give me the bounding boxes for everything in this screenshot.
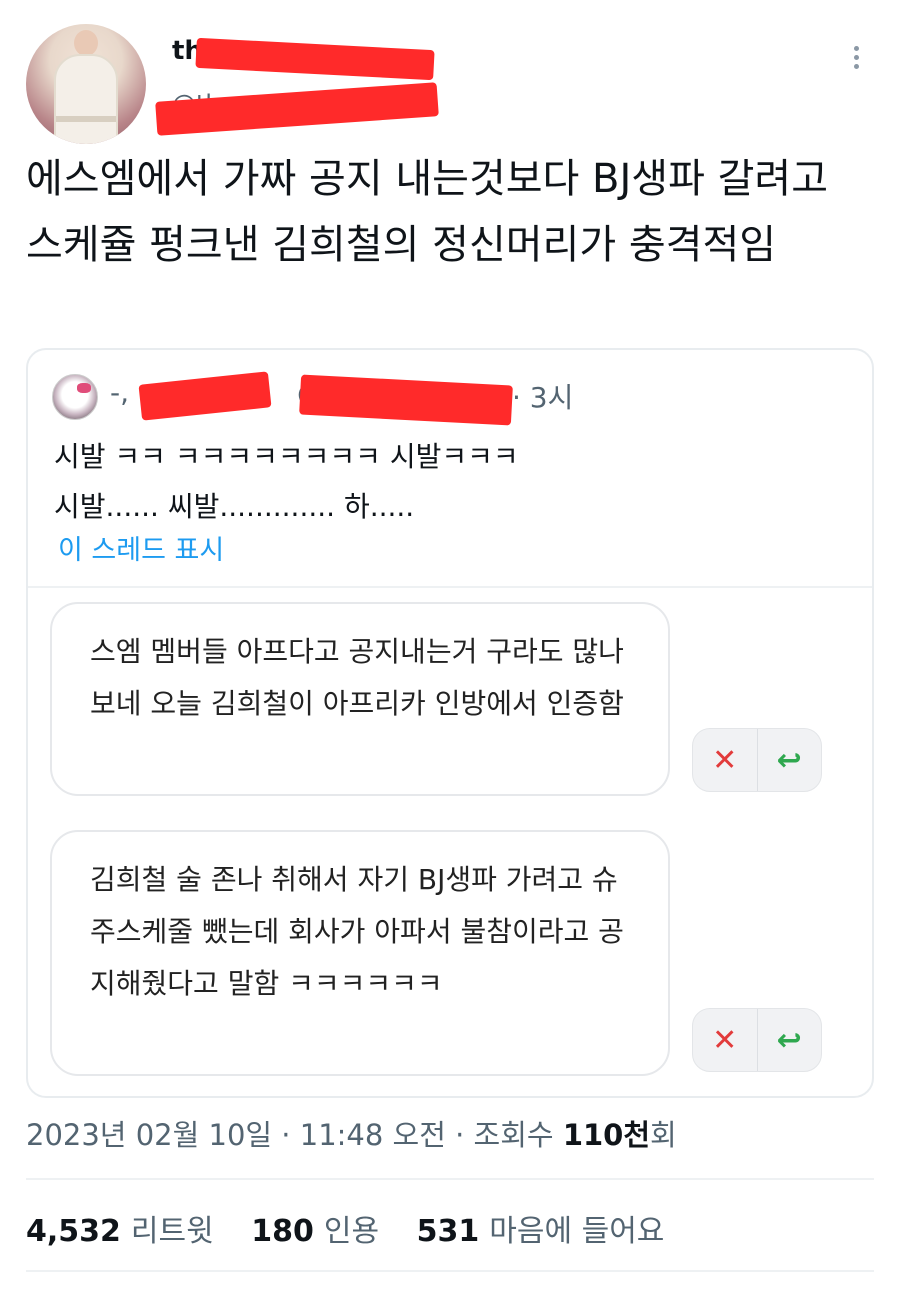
quotes-label: 인용 — [323, 1214, 380, 1249]
quoted-tweet-text: 시발 ㅋㅋ ㅋㅋㅋㅋㅋㅋㅋㅋ 시발ㅋㅋㅋ 시발...... 씨발........… — [54, 432, 834, 532]
quotes-count: 180 — [251, 1214, 314, 1249]
avatar-face — [74, 30, 98, 56]
chat-message: 김희철 술 존나 취해서 자기 BJ생파 가려고 슈주스케줄 뺐는데 회사가 아… — [50, 830, 670, 1076]
tweet-datetime[interactable]: 2023년 02월 10일 · 11:48 오전 · 조회수 — [26, 1118, 563, 1152]
retweets-count: 4,532 — [26, 1214, 121, 1249]
engagement-stats: 4,532 리트윗 180 인용 531 마음에 들어요 — [26, 1206, 692, 1250]
divider — [26, 1178, 874, 1180]
quotes-stat[interactable]: 180 인용 — [251, 1214, 379, 1249]
reject-icon[interactable]: ✕ — [693, 729, 758, 791]
redaction-mark — [299, 374, 513, 426]
reply-icon[interactable]: ↩ — [758, 729, 822, 791]
quoted-timestamp[interactable]: · 3시 — [512, 376, 573, 416]
avatar-bow — [77, 383, 91, 393]
author-avatar[interactable] — [26, 24, 146, 144]
message-actions: ✕ ↩ — [692, 728, 822, 792]
show-thread-link[interactable]: 이 스레드 표시 — [58, 528, 224, 567]
quoted-author-avatar[interactable] — [52, 374, 98, 420]
quoted-author-name: -, — [110, 376, 130, 409]
more-options-icon[interactable] — [846, 42, 866, 82]
quoted-line: 시발 ㅋㅋ ㅋㅋㅋㅋㅋㅋㅋㅋ 시발ㅋㅋㅋ — [54, 440, 519, 473]
avatar-suit — [54, 54, 118, 144]
retweets-label: 리트윗 — [130, 1214, 214, 1249]
quoted-line: 시발...... 씨발............. 하..... — [54, 490, 415, 523]
likes-stat[interactable]: 531 마음에 들어요 — [417, 1214, 665, 1249]
likes-label: 마음에 들어요 — [489, 1214, 665, 1249]
quoted-tweet-card[interactable]: -, @ · 3시 시발 ㅋㅋ ㅋㅋㅋㅋㅋㅋㅋㅋ 시발ㅋㅋㅋ 시발...... … — [26, 348, 874, 1098]
view-count: 110천 — [562, 1118, 651, 1152]
chat-message: 스엠 멤버들 아프다고 공지내는거 구라도 많나보네 오늘 김희철이 아프리카 … — [50, 602, 670, 796]
divider — [26, 1270, 874, 1272]
message-actions: ✕ ↩ — [692, 1008, 822, 1072]
view-suffix: 회 — [650, 1118, 677, 1152]
reject-icon[interactable]: ✕ — [693, 1009, 758, 1071]
retweets-stat[interactable]: 4,532 리트윗 — [26, 1214, 214, 1249]
tweet-meta: 2023년 02월 10일 · 11:48 오전 · 조회수 110천회 — [26, 1112, 677, 1154]
tweet-text: 에스엠에서 가짜 공지 내는것보다 BJ생파 갈려고 스케쥴 펑크낸 김희철의 … — [26, 156, 829, 268]
likes-count: 531 — [416, 1214, 480, 1249]
avatar-belt — [56, 116, 116, 122]
redaction-mark — [195, 37, 435, 81]
reply-icon[interactable]: ↩ — [758, 1009, 822, 1071]
divider — [28, 586, 872, 588]
